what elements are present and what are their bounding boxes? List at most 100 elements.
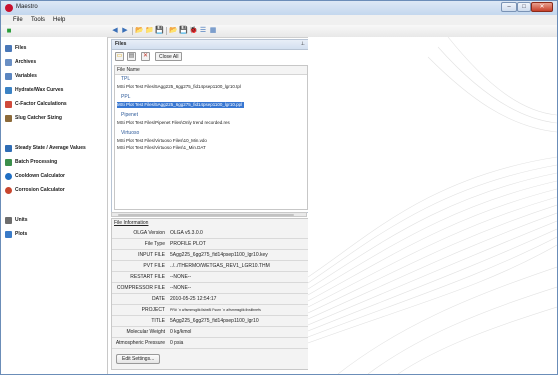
sidebar-item-label: Files (15, 45, 27, 51)
grid-icon[interactable]: ▦ (209, 27, 217, 35)
close-all-button[interactable]: Close All (155, 52, 183, 61)
info-row: Molecular Weight 0 kg/kmol (112, 327, 308, 338)
background-swirl-graphic (308, 37, 557, 374)
info-label: File Type (144, 241, 165, 247)
group-ppl[interactable]: PPL (121, 94, 130, 100)
info-row: OLGA Version OLGA v5.3.0.0 (112, 228, 308, 239)
variables-icon (5, 72, 12, 80)
info-label: Atmospheric Pressure (115, 340, 165, 346)
horizontal-scrollbar[interactable] (111, 212, 307, 217)
maximize-button[interactable]: □ (517, 2, 531, 12)
sidebar-item-steady-state[interactable]: Steady State / Average Values (5, 144, 86, 152)
sidebar-item-archives[interactable]: Archives (5, 58, 36, 66)
maestro-window: Maestro – □ ✕ File Tools Help ■ ◀ ▶ 📂 📁 … (0, 0, 558, 375)
new-file-icon[interactable]: ▤ (127, 52, 136, 61)
info-row: Atmospheric Pressure 0 psia (112, 338, 308, 349)
list-item[interactable]: MSi Plot Test Files\Pipenet Files\Only t… (117, 120, 230, 126)
sidebar-item-label: Variables (15, 73, 37, 79)
info-label: DATE (152, 296, 165, 302)
sidebar-item-batch[interactable]: Batch Processing (5, 158, 57, 166)
info-label: OLGA Version (133, 230, 165, 236)
info-row: INPUT FILE 5Agg225_6gg275_fid14psep1100_… (112, 250, 308, 261)
plots-icon (5, 230, 12, 238)
sidebar-item-label: Hydrate/Wax Curves (15, 87, 64, 93)
close-button[interactable]: ✕ (531, 2, 553, 12)
info-label: TITLE (151, 318, 165, 324)
info-label: PROJECT (141, 307, 165, 313)
sidebar-item-units[interactable]: Units (5, 216, 28, 224)
file-information-panel: File Information OLGA Version OLGA v5.3.… (111, 218, 309, 370)
info-label: PVT FILE (143, 263, 165, 269)
open-file-icon[interactable]: 📂 (169, 27, 178, 35)
list-item-selected[interactable]: MSi Plot Test Files\5Agg225_6gg275_fid14… (117, 102, 245, 108)
sidebar-item-label: C-Factor Calculations (15, 101, 67, 107)
forward-icon[interactable]: ▶ (121, 27, 129, 35)
remove-file-icon[interactable]: ✕ (141, 52, 150, 61)
group-virtuoso[interactable]: Virtuoso (121, 130, 139, 136)
sidebar-item-corrosion[interactable]: Corrosion Calculator (5, 186, 65, 194)
sidebar-item-label: Archives (15, 59, 37, 65)
menu-bar: File Tools Help (1, 15, 557, 25)
info-row: COMPRESSOR FILE --NONE-- (112, 283, 308, 294)
info-label: INPUT FILE (138, 252, 165, 258)
menu-file[interactable]: File (13, 17, 23, 23)
info-label: RESTART FILE (130, 274, 165, 280)
list-item[interactable]: MSi Plot Test Files\Virtuoso Files\10_Mi… (117, 138, 207, 144)
sidebar-item-files[interactable]: Files (5, 44, 26, 52)
sidebar-item-plots[interactable]: Plots (5, 230, 27, 238)
sidebar-item-cfactor[interactable]: C-Factor Calculations (5, 100, 67, 108)
info-row: DATE 2010-05-25 12:54:17 (112, 294, 308, 305)
sidebar-item-label: Slug Catcher Sizing (15, 115, 62, 121)
files-panel-title: Files (115, 41, 127, 47)
info-row: RESTART FILE --NONE-- (112, 272, 308, 283)
save-icon[interactable]: 💾 (155, 27, 164, 35)
files-panel: Files ⊥ ▭ ▤ ✕ Close All File Name TPL MS… (111, 39, 309, 213)
info-value: PR# `n a/fsmmsgiik:llsbe8l Fsurn `n a/fs… (170, 308, 261, 312)
group-pipenet[interactable]: Pipenet (121, 112, 138, 118)
folder-icon[interactable]: 📁 (145, 27, 154, 35)
info-value: 5Agg225_6gg275_fid14psep1100_lgr10 (170, 318, 259, 324)
sidebar-item-variables[interactable]: Variables (5, 72, 37, 80)
info-value: 0 psia (170, 340, 184, 346)
cooldown-icon (5, 172, 12, 180)
slug-icon (5, 114, 12, 122)
units-icon (5, 216, 12, 224)
menu-tools[interactable]: Tools (31, 17, 45, 23)
save-file-icon[interactable]: 💾 (179, 27, 188, 35)
back-icon[interactable]: ◀ (111, 27, 119, 35)
list-item[interactable]: MSi Plot Test Files\5Agg225_6gg275_fid14… (117, 84, 241, 90)
file-information-title[interactable]: File Information (114, 220, 148, 226)
archives-icon (5, 58, 12, 66)
group-tpl[interactable]: TPL (121, 76, 130, 82)
info-row: PVT FILE ../../THERMO/WETGAS_REV1_LGR10.… (112, 261, 308, 272)
files-list: File Name TPL MSi Plot Test Files\5Agg22… (114, 65, 308, 210)
list-item[interactable]: MSi Plot Test Files\Virtuoso Files\1_Min… (117, 145, 206, 151)
info-row: PROJECT PR# `n a/fsmmsgiik:llsbe8l Fsurn… (112, 305, 308, 316)
open-folder-icon[interactable]: 📂 (135, 27, 144, 35)
info-label: COMPRESSOR FILE (116, 285, 165, 291)
corrosion-icon (5, 186, 12, 194)
info-value: --NONE-- (170, 285, 192, 291)
sidebar-item-cooldown[interactable]: Cooldown Calculator (5, 172, 65, 180)
debug-icon[interactable]: 🐞 (189, 27, 198, 35)
files-toolbar: ▭ ▤ ✕ Close All (112, 50, 308, 63)
sidebar-item-label: Cooldown Calculator (15, 173, 65, 179)
info-row: File Type PROFILE PLOT (112, 239, 308, 250)
sidebar-item-label: Units (15, 217, 28, 223)
files-icon (5, 44, 12, 52)
info-value: 0 kg/kmol (170, 329, 192, 335)
menu-help[interactable]: Help (53, 17, 65, 23)
sidebar-item-slug-catcher[interactable]: Slug Catcher Sizing (5, 114, 62, 122)
info-value: 5Agg225_6gg275_fid14psep1100_lgr10.key (170, 252, 268, 258)
pin-icon[interactable]: ⊥ (301, 41, 305, 47)
files-panel-header: Files ⊥ (112, 40, 308, 50)
list-icon[interactable]: ☰ (199, 27, 207, 35)
scrollbar-thumb[interactable] (118, 214, 294, 216)
file-name-column-header[interactable]: File Name (115, 66, 307, 75)
minimize-button[interactable]: – (501, 2, 517, 12)
edit-settings-button[interactable]: Edit Settings... (116, 354, 161, 364)
info-label: Molecular Weight (126, 329, 165, 335)
run-icon[interactable]: ■ (5, 27, 13, 35)
sidebar-item-hydrate-wax[interactable]: Hydrate/Wax Curves (5, 86, 63, 94)
open-folder-icon[interactable]: ▭ (115, 52, 124, 61)
